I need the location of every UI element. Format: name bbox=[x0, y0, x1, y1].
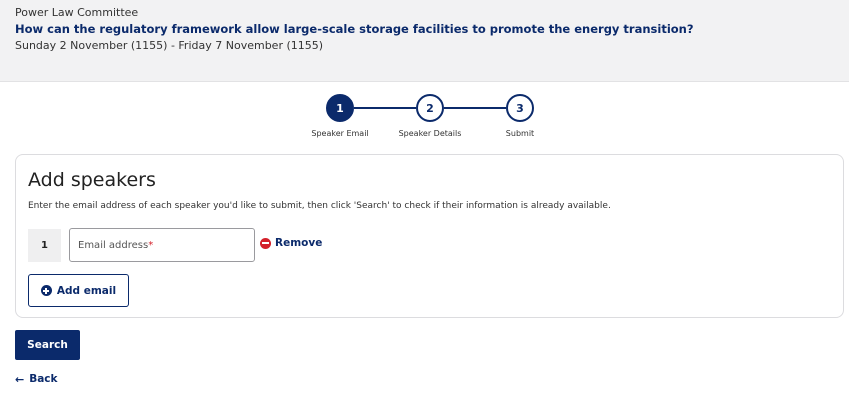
remove-button[interactable]: Remove bbox=[260, 237, 322, 249]
email-field[interactable]: Email address * bbox=[69, 228, 255, 262]
session-title: How can the regulatory framework allow l… bbox=[15, 22, 694, 36]
step-2-label: Speaker Details bbox=[398, 129, 462, 138]
remove-label: Remove bbox=[275, 237, 323, 249]
card-instructions: Enter the email address of each speaker … bbox=[28, 201, 611, 211]
step-1-label: Speaker Email bbox=[311, 129, 369, 138]
progress-stepper: 1 2 3 Speaker Email Speaker Details Subm… bbox=[300, 94, 560, 144]
email-placeholder: Email address bbox=[78, 239, 149, 251]
arrow-left-icon: ← bbox=[15, 372, 25, 386]
step-2-circle: 2 bbox=[416, 94, 444, 122]
card-heading: Add speakers bbox=[28, 169, 156, 191]
step-3-circle: 3 bbox=[506, 94, 534, 122]
add-email-button[interactable]: Add email bbox=[28, 274, 129, 307]
step-connector bbox=[354, 107, 416, 109]
add-email-label: Add email bbox=[56, 284, 117, 297]
back-link[interactable]: ← Back bbox=[15, 373, 58, 385]
event-header: Power Law Committee How can the regulato… bbox=[0, 0, 849, 82]
search-button[interactable]: Search bbox=[15, 330, 80, 360]
step-3-label: Submit bbox=[505, 129, 535, 138]
committee-name: Power Law Committee bbox=[15, 6, 139, 19]
back-label: Back bbox=[29, 373, 58, 385]
speaker-row-number: 1 bbox=[28, 229, 61, 262]
search-label: Search bbox=[27, 339, 68, 351]
plus-circle-icon bbox=[40, 285, 52, 296]
session-dates: Sunday 2 November (1155) - Friday 7 Nove… bbox=[15, 39, 324, 52]
step-connector bbox=[444, 107, 506, 109]
minus-circle-icon bbox=[260, 237, 271, 249]
add-speakers-card: Add speakers Enter the email address of … bbox=[15, 154, 844, 318]
required-marker: * bbox=[148, 239, 154, 251]
step-1-circle: 1 bbox=[326, 94, 354, 122]
